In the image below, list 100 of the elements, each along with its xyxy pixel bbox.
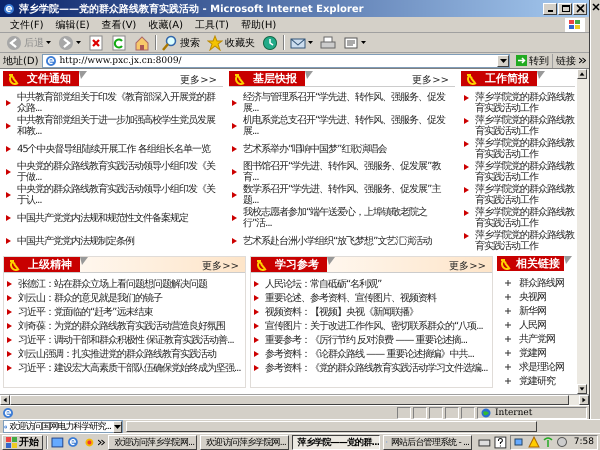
corner-icon — [564, 256, 572, 264]
news-link[interactable]: 中共教育部党组关于进一步加强高校学生党员发展和教... — [17, 115, 223, 137]
news-link[interactable]: 刘云山强调：扎实推进党的群众路线教育实践活动 — [18, 348, 216, 360]
bullet-icon — [464, 187, 469, 193]
news-link[interactable]: 萍乡学院党的群众路线教育实践活动工作 — [475, 230, 575, 252]
warning-icon[interactable] — [528, 436, 540, 448]
corner-icon — [537, 71, 545, 79]
related-link[interactable]: 新华网 — [519, 306, 546, 316]
caret-icon — [500, 58, 506, 62]
news-link[interactable]: 数学系召开“学先进、转作风、强服务、促发展”主题... — [243, 184, 455, 206]
speaker-icon[interactable] — [556, 436, 568, 448]
news-link[interactable]: 萍乡学院党的群众路线教育实践活动工作 — [475, 138, 575, 160]
home-icon — [134, 34, 150, 50]
corner-icon — [327, 257, 335, 265]
help-icon[interactable] — [494, 436, 507, 448]
news-link[interactable]: 中共教育部党组关于印发《教育部深入开展党的群众路... — [17, 92, 223, 114]
taskbar-button[interactable]: 萍乡学院——党的群... — [292, 434, 380, 450]
news-link[interactable]: 萍乡学院党的群众路线教育实践活动工作 — [475, 161, 575, 183]
bullet-icon — [254, 295, 259, 301]
news-link[interactable]: 习近平：建设宏大高素质干部队伍确保党始终成为坚强... — [18, 362, 241, 374]
more-link[interactable]: 更多>> — [449, 259, 486, 273]
taskbar-button[interactable]: 欢迎访问萍乡学院网... — [108, 434, 197, 450]
status-pane — [397, 406, 411, 418]
bullet-icon — [7, 281, 12, 287]
news-link[interactable]: 中央党的群众路线教育实践活动领导小组印发《关于做... — [17, 161, 223, 183]
news-link[interactable]: 中国共产党党内法规和规范性文件备案规定 — [17, 212, 188, 224]
bullet-icon — [254, 323, 259, 329]
status-pane — [445, 406, 459, 418]
menu-item[interactable]: 文件(F) — [4, 18, 50, 32]
close-button[interactable] — [573, 2, 587, 14]
related-link[interactable]: 求是理论网 — [519, 362, 564, 372]
news-link[interactable]: 重要论述、参考资料、宣传图片、视频资料 — [265, 292, 436, 304]
news-link[interactable]: 图书馆召开“学先进、转作风、强服务、促发展”教育... — [243, 161, 455, 183]
news-link[interactable]: 45个中央督导组陆续开展工作 各组组长名单一览 — [17, 144, 210, 154]
refresh-icon — [111, 34, 127, 50]
search-button[interactable]: 搜索 — [160, 34, 202, 50]
maximize-button[interactable] — [558, 2, 572, 14]
more-link[interactable]: 更多>> — [412, 73, 449, 87]
menu-item[interactable]: 帮助(H) — [234, 18, 282, 32]
related-link[interactable]: 央视网 — [519, 292, 546, 302]
plus-icon — [505, 294, 511, 300]
news-link[interactable]: 习近平：调动干部和群众积极性 保证教育实践活动善... — [18, 334, 234, 346]
menu-item[interactable]: 收藏(A) — [142, 18, 189, 32]
bullet-icon — [6, 215, 11, 221]
news-link[interactable]: 参考资料：《党的群众路线教育实践活动学习文件选编... — [265, 362, 488, 374]
hammer-sickle-icon — [9, 258, 22, 270]
news-link[interactable]: 参考资料：《论群众路线 —— 重要论述摘编》中共... — [265, 348, 474, 360]
taskbar-button[interactable]: 欢迎访问萍乡学院网... — [200, 434, 289, 450]
related-link[interactable]: 共产党网 — [519, 334, 555, 344]
dropdown-field[interactable]: 欢迎访问国网电力科学研究... — [3, 420, 123, 433]
news-link[interactable]: 机电系党总支召开“学先进、转作风、强服务、促发展... — [243, 115, 455, 137]
history-button[interactable] — [260, 34, 280, 50]
related-link[interactable]: 党建研究 — [519, 376, 555, 386]
windows-logo-icon — [6, 436, 17, 448]
news-link[interactable]: 视频资料：【视频】央视《新闻联播》 — [265, 306, 418, 318]
bullet-icon — [232, 192, 237, 198]
news-link[interactable]: 习近平：党面临的“赶考”远未结束 — [18, 306, 152, 318]
menu-item[interactable]: 工具(T) — [189, 18, 235, 32]
news-link[interactable]: 萍乡学院党的群众路线教育实践活动工作 — [475, 92, 575, 114]
news-link[interactable]: 萍乡学院党的群众路线教育实践活动工作 — [475, 184, 575, 206]
hammer-sickle-icon — [8, 72, 21, 84]
history-icon — [262, 34, 278, 50]
news-link[interactable]: 萍乡学院党的群众路线教育实践活动工作 — [475, 115, 575, 137]
bullet-icon — [464, 141, 469, 147]
section-title: 基层快报 — [253, 71, 297, 86]
related-link[interactable]: 党建网 — [519, 348, 546, 358]
minimize-button[interactable] — [543, 2, 557, 14]
address-field[interactable]: http://www.pxc.jx.cn:8009/ — [42, 54, 510, 68]
news-link[interactable]: 中国共产党党内法规制定条例 — [17, 236, 134, 246]
news-link[interactable]: 宣传图片：关于改进工作作风、密切联系群众的“八项... — [265, 320, 483, 332]
related-link[interactable]: 群众路线网 — [519, 278, 564, 288]
document-icon — [343, 34, 359, 50]
news-link[interactable]: 萍乡学院党的群众路线教育实践活动工作 — [475, 207, 575, 229]
bullet-icon — [6, 169, 11, 175]
links-button[interactable]: 链接 — [556, 54, 576, 68]
news-link[interactable]: 艺术系赴台洲小学组织“放飞梦想”文艺汇演活动 — [243, 236, 432, 246]
news-link[interactable]: 艺术系举办“唱响中国梦”红歌演唱会 — [243, 144, 386, 154]
bullet-icon — [6, 123, 11, 129]
start-button[interactable]: 开始 — [2, 434, 43, 450]
news-link[interactable]: 经济与管理系召开“学先进、转作风、强服务、促发展... — [243, 92, 455, 114]
news-link[interactable]: 中央党的群众路线教育实践活动领导小组印发《关于认... — [17, 184, 223, 206]
bullet-icon — [232, 146, 237, 152]
corner-icon — [305, 71, 313, 79]
print-button[interactable] — [318, 34, 338, 50]
news-link[interactable]: 重要参考：《厉行节约 反对浪费 —— 重要论述摘... — [265, 334, 468, 346]
desktop-icon[interactable] — [51, 436, 64, 448]
favorites-button[interactable]: 收藏夹 — [205, 34, 257, 50]
menu-item[interactable]: 查看(V) — [96, 18, 142, 32]
related-link[interactable]: 人民网 — [519, 320, 546, 330]
news-link[interactable]: 我校志愿者参加“端午送爱心，上埠镇敬老院之行”活... — [243, 207, 455, 229]
sun-icon[interactable] — [82, 436, 96, 448]
news-link[interactable]: 刘奇葆：为党的群众路线教育实践活动营造良好氛围 — [18, 320, 225, 332]
news-link[interactable]: 人民论坛：常自砥砺“名利观” — [265, 278, 382, 290]
more-link[interactable]: 更多>> — [180, 73, 217, 87]
news-link[interactable]: 刘云山：群众的意见就是我们的镜子 — [18, 292, 162, 304]
more-link[interactable]: 更多>> — [202, 259, 239, 273]
taskbar-button[interactable]: 网站后台管理系统 - ... — [383, 434, 472, 450]
news-link[interactable]: 张德江：站在群众立场上看问题想问题解决问题 — [18, 278, 207, 290]
vertical-scrollbar[interactable] — [577, 69, 589, 394]
menu-item[interactable]: 编辑(E) — [50, 18, 96, 32]
